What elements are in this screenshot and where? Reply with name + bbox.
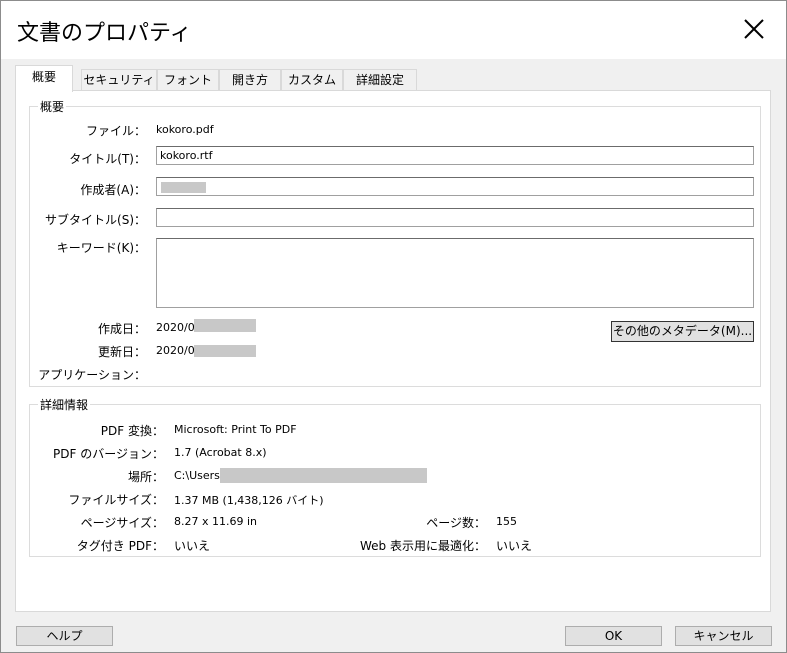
close-icon	[744, 19, 764, 39]
details-group-label: 詳細情報	[38, 396, 91, 413]
page-count-value: 155	[496, 515, 517, 528]
created-value: 2020/0	[156, 321, 195, 334]
tab-summary[interactable]: 概要	[15, 65, 73, 92]
tab-custom[interactable]: カスタム	[281, 69, 343, 90]
tab-panel: 概要 ファイル： kokoro.pdf タイトル(T)： kokoro.rtf …	[15, 90, 771, 612]
pdf-producer-value: Microsoft: Print To PDF	[174, 423, 297, 436]
summary-group: 概要 ファイル： kokoro.pdf タイトル(T)： kokoro.rtf …	[29, 98, 761, 387]
keywords-label: キーワード(K)：	[56, 241, 146, 255]
application-label: アプリケーション：	[38, 368, 146, 382]
tab-security[interactable]: セキュリティ	[81, 69, 157, 90]
file-size-value: 1.37 MB (1,438,126 バイト)	[174, 494, 324, 507]
tab-initial-view[interactable]: 開き方	[219, 69, 281, 90]
location-label: 場所：	[127, 470, 164, 484]
page-count-label: ページ数：	[426, 516, 486, 530]
title-bar: 文書のプロパティ	[1, 1, 786, 59]
pdf-producer-label: PDF 変換：	[100, 424, 164, 438]
document-properties-dialog: 文書のプロパティ 概要 セキュリティ フォント 開き方 カスタム 詳細設定 概要…	[0, 0, 787, 653]
created-label: 作成日：	[97, 322, 146, 336]
tab-advanced[interactable]: 詳細設定	[343, 69, 417, 90]
modified-value: 2020/0	[156, 344, 195, 357]
modified-label: 更新日：	[97, 345, 146, 359]
dialog-title: 文書のプロパティ	[17, 21, 192, 46]
cancel-button[interactable]: キャンセル	[675, 626, 772, 646]
summary-group-label: 概要	[38, 98, 67, 115]
title-label: タイトル(T)：	[69, 152, 146, 166]
page-size-value: 8.27 x 11.69 in	[174, 515, 258, 528]
author-label: 作成者(A)：	[80, 183, 146, 197]
pdf-version-value: 1.7 (Acrobat 8.x)	[174, 446, 267, 459]
subtitle-label: サブタイトル(S)：	[45, 213, 146, 227]
location-value: C:\Users\	[174, 469, 224, 482]
tagged-pdf-value: いいえ	[174, 539, 211, 553]
file-value: kokoro.pdf	[156, 123, 214, 136]
location-redaction	[220, 468, 427, 483]
pdf-version-label: PDF のバージョン：	[53, 447, 164, 461]
modified-redaction	[194, 345, 256, 357]
subtitle-field[interactable]	[156, 208, 754, 227]
close-button[interactable]	[740, 15, 768, 43]
file-size-label: ファイルサイズ：	[68, 493, 164, 507]
fast-web-view-label: Web 表示用に最適化：	[360, 539, 486, 553]
more-metadata-button[interactable]: その他のメタデータ(M)...	[611, 321, 754, 342]
details-group: 詳細情報 PDF 変換： Microsoft: Print To PDF PDF…	[29, 396, 761, 557]
keywords-field[interactable]	[156, 238, 754, 308]
help-button[interactable]: ヘルプ	[16, 626, 113, 646]
ok-button[interactable]: OK	[565, 626, 662, 646]
fast-web-view-value: いいえ	[496, 539, 533, 553]
author-field[interactable]	[156, 177, 754, 196]
tab-fonts[interactable]: フォント	[157, 69, 219, 90]
page-size-label: ページサイズ：	[80, 516, 164, 530]
tagged-pdf-label: タグ付き PDF：	[76, 539, 164, 553]
created-redaction	[194, 319, 256, 332]
title-field[interactable]: kokoro.rtf	[156, 146, 754, 165]
file-label: ファイル：	[85, 124, 146, 138]
author-redaction	[161, 182, 206, 193]
